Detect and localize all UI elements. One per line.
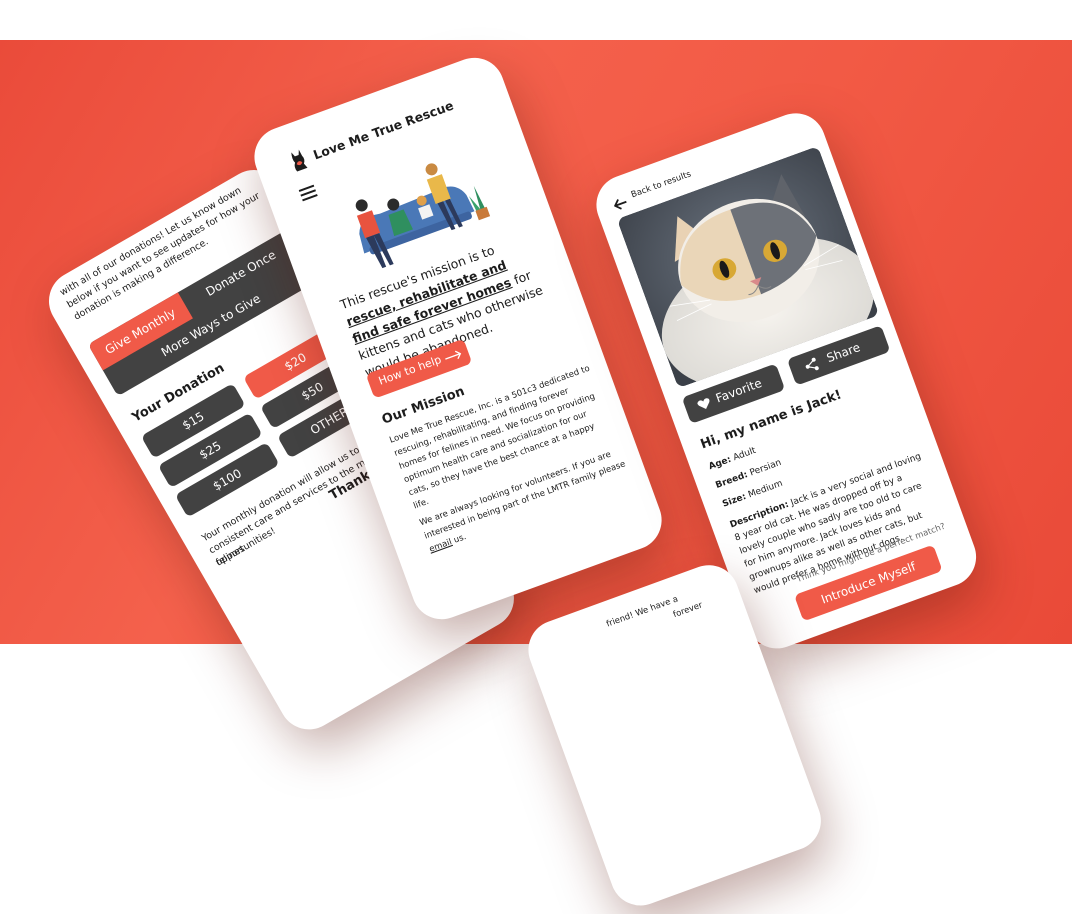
share-label: Share (824, 340, 863, 366)
email-link[interactable]: email (428, 537, 453, 554)
breed-label: Breed: (714, 470, 750, 491)
arrow-right-icon (445, 350, 462, 360)
bottom-snippet: friend! We have a (605, 594, 680, 630)
age-label: Age: (707, 454, 733, 473)
cat-logo-icon (285, 146, 312, 175)
volunteer-end: us. (452, 532, 468, 546)
size-label: Size: (721, 491, 748, 510)
size-value: Medium (746, 478, 785, 501)
back-arrow-icon[interactable] (611, 193, 628, 210)
heart-icon (697, 398, 710, 410)
top-white-band (0, 0, 1072, 40)
age-value: Adult (731, 445, 758, 464)
hamburger-menu-icon[interactable] (298, 183, 318, 202)
share-icon (805, 357, 819, 371)
breed-value: Persian (748, 457, 783, 479)
favorite-label: Favorite (713, 375, 764, 406)
